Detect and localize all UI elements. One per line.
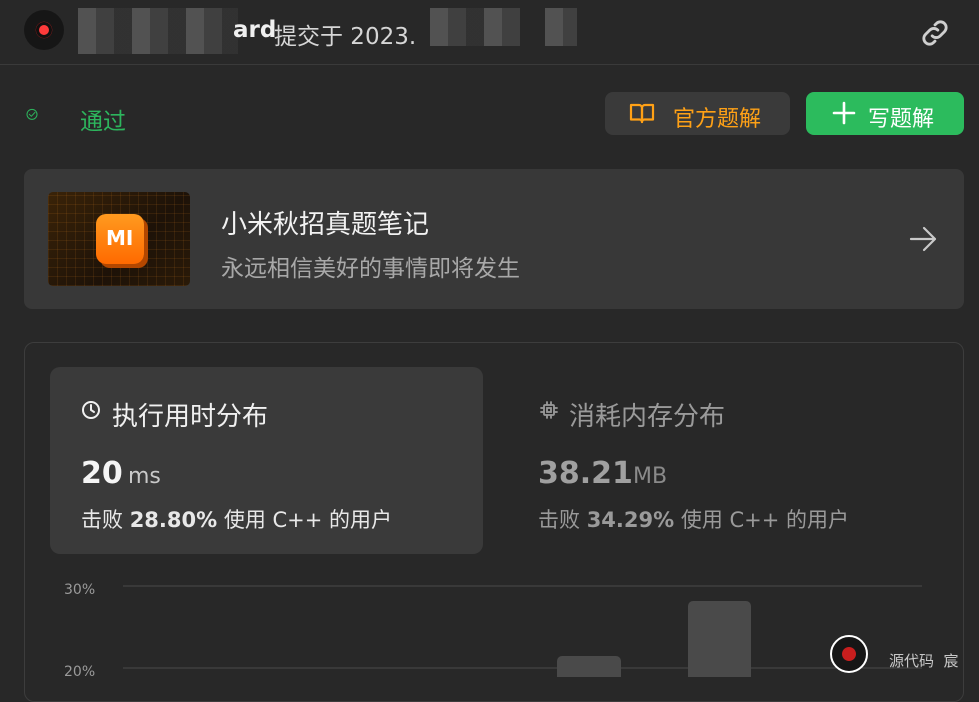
runtime-beat: 击败 28.80% 使用 C++ 的用户: [81, 508, 393, 532]
user-avatar[interactable]: [24, 10, 64, 50]
footer-watermark: 源代码 宸: [889, 652, 959, 670]
check-circle-icon: [26, 108, 38, 120]
official-solution-button[interactable]: 官方题解: [605, 92, 790, 135]
official-solution-label: 官方题解: [673, 106, 762, 131]
redacted-date: [430, 8, 520, 46]
performance-panel: 执行用时分布 20 ms 击败 28.80% 使用 C++ 的用户 消耗内存分布…: [24, 342, 964, 702]
chip-icon: [540, 401, 558, 419]
promo-title: 小米秋招真题笔记: [221, 210, 430, 240]
book-icon: [629, 103, 655, 124]
memory-unit: MB: [633, 464, 668, 489]
memory-title[interactable]: 消耗内存分布: [569, 396, 725, 433]
write-solution-label: 写题解: [868, 106, 935, 131]
promo-card[interactable]: MI 小米秋招真题笔记 永远相信美好的事情即将发生: [24, 169, 964, 309]
submitted-time: 提交于 2023.: [274, 24, 417, 50]
redacted-username: [78, 8, 238, 54]
redacted-time: [545, 8, 577, 46]
xiaomi-logo: MI: [96, 214, 144, 264]
plus-icon: [832, 101, 856, 125]
memory-beat: 击败 34.29% 使用 C++ 的用户: [538, 508, 850, 532]
runtime-unit: ms: [128, 464, 161, 489]
promo-subtitle: 永远相信美好的事情即将发生: [221, 256, 520, 282]
status-accepted: 通过: [80, 109, 126, 135]
write-solution-button[interactable]: 写题解: [806, 92, 964, 135]
runtime-value: 20: [81, 456, 123, 491]
arrow-right-icon: [909, 226, 937, 252]
footer-avatar[interactable]: [830, 635, 868, 673]
memory-value: 38.21: [538, 456, 633, 491]
username-suffix[interactable]: ard: [233, 17, 276, 43]
runtime-title: 执行用时分布: [112, 402, 269, 432]
submission-header: ard 提交于 2023.: [0, 0, 979, 65]
link-icon[interactable]: [918, 16, 952, 50]
promo-thumbnail: MI: [48, 192, 190, 286]
runtime-card[interactable]: 执行用时分布 20 ms 击败 28.80% 使用 C++ 的用户: [50, 367, 483, 554]
clock-icon: [82, 401, 100, 419]
